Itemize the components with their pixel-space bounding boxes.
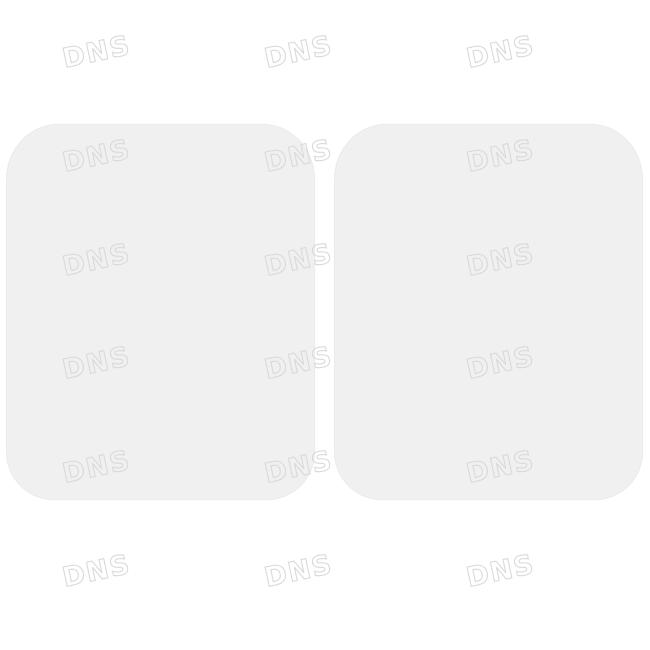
dns-watermark: DNS: [260, 547, 346, 594]
dns-watermark: DNS: [58, 28, 144, 75]
svg-text:DNS: DNS: [262, 30, 336, 74]
product-photo: DNS DNS DNS DNS DNS DNS DNS DNS DNS DNS …: [0, 0, 650, 650]
dns-watermark: DNS: [58, 547, 144, 594]
svg-text:DNS: DNS: [60, 549, 134, 593]
svg-text:DNS: DNS: [60, 30, 134, 74]
dns-watermark: DNS: [462, 547, 548, 594]
dns-watermark: DNS: [462, 28, 548, 75]
dns-watermark: DNS: [260, 28, 346, 75]
left-magnetic-plate: [6, 124, 315, 500]
right-magnetic-plate: [334, 124, 643, 500]
svg-text:DNS: DNS: [262, 549, 336, 593]
svg-text:DNS: DNS: [464, 30, 538, 74]
svg-text:DNS: DNS: [464, 549, 538, 593]
